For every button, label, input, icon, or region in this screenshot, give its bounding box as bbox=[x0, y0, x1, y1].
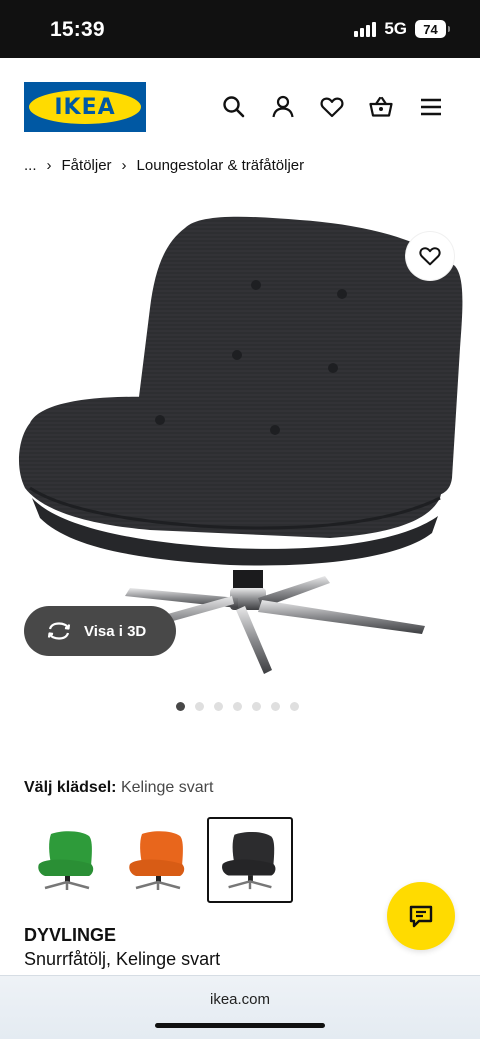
upholstery-option-orange[interactable] bbox=[115, 817, 201, 903]
network-type: 5G bbox=[384, 19, 407, 38]
upholstery-option-green[interactable] bbox=[24, 817, 110, 903]
chevron-right-icon: › bbox=[121, 157, 127, 174]
carousel-dot[interactable] bbox=[195, 702, 204, 711]
battery-icon: 74 bbox=[415, 20, 450, 38]
chair-thumbnail-green bbox=[38, 831, 94, 890]
breadcrumb: ... › Fåtöljer › Loungestolar & träfåtöl… bbox=[24, 157, 304, 174]
chat-bubble-icon bbox=[409, 905, 433, 928]
view-in-3d-button[interactable]: Visa i 3D bbox=[24, 606, 176, 656]
home-indicator bbox=[155, 1023, 325, 1028]
carousel-dot[interactable] bbox=[252, 702, 261, 711]
carousel-dots bbox=[176, 702, 299, 711]
signal-icon bbox=[354, 21, 377, 37]
wishlist-heart-icon[interactable] bbox=[319, 94, 345, 120]
chair-thumbnail-black bbox=[222, 832, 276, 890]
product-description: Snurrfåtölj, Kelinge svart bbox=[24, 949, 221, 969]
status-bar: 15:39 5G 74 bbox=[0, 0, 480, 58]
chevron-right-icon: › bbox=[46, 157, 52, 174]
rotate-3d-icon bbox=[47, 622, 71, 640]
view-in-3d-label: Visa i 3D bbox=[84, 622, 147, 640]
breadcrumb-ellipsis[interactable]: ... bbox=[24, 157, 37, 174]
carousel-dot[interactable] bbox=[214, 702, 223, 711]
logo-text: IKEA bbox=[54, 94, 116, 120]
breadcrumb-item-loungestolar[interactable]: Loungestolar & träfåtöljer bbox=[137, 157, 305, 174]
menu-icon[interactable] bbox=[418, 94, 444, 120]
profile-icon[interactable] bbox=[270, 94, 296, 120]
carousel-dot[interactable] bbox=[176, 702, 185, 711]
status-time: 15:39 bbox=[50, 18, 105, 41]
ikea-logo[interactable]: IKEA bbox=[24, 82, 146, 132]
upholstery-label: Välj klädsel: bbox=[24, 779, 117, 796]
chair-thumbnail-orange bbox=[129, 831, 185, 890]
battery-level: 74 bbox=[423, 21, 438, 37]
search-icon[interactable] bbox=[221, 94, 247, 120]
carousel-dot[interactable] bbox=[271, 702, 280, 711]
product-name: DYVLINGE bbox=[24, 925, 117, 945]
shopping-bag-icon[interactable] bbox=[368, 94, 394, 120]
upholstery-selected-value: Kelinge svart bbox=[120, 779, 214, 796]
add-to-favorites-button[interactable] bbox=[406, 232, 454, 280]
upholstery-option-black[interactable] bbox=[207, 817, 293, 903]
url-text[interactable]: ikea.com bbox=[0, 991, 480, 1008]
status-indicators: 5G 74 bbox=[354, 19, 450, 39]
browser-address-bar[interactable]: ikea.com bbox=[0, 975, 480, 1039]
site-header: IKEA bbox=[0, 58, 480, 154]
upholstery-selector-label: Välj klädsel: Kelinge svart bbox=[24, 779, 213, 797]
carousel-dot[interactable] bbox=[290, 702, 299, 711]
breadcrumb-item-fatoljer[interactable]: Fåtöljer bbox=[62, 157, 112, 174]
carousel-dot[interactable] bbox=[233, 702, 242, 711]
logo-oval: IKEA bbox=[29, 90, 141, 124]
chat-button[interactable] bbox=[387, 882, 455, 950]
heart-icon bbox=[419, 247, 441, 266]
